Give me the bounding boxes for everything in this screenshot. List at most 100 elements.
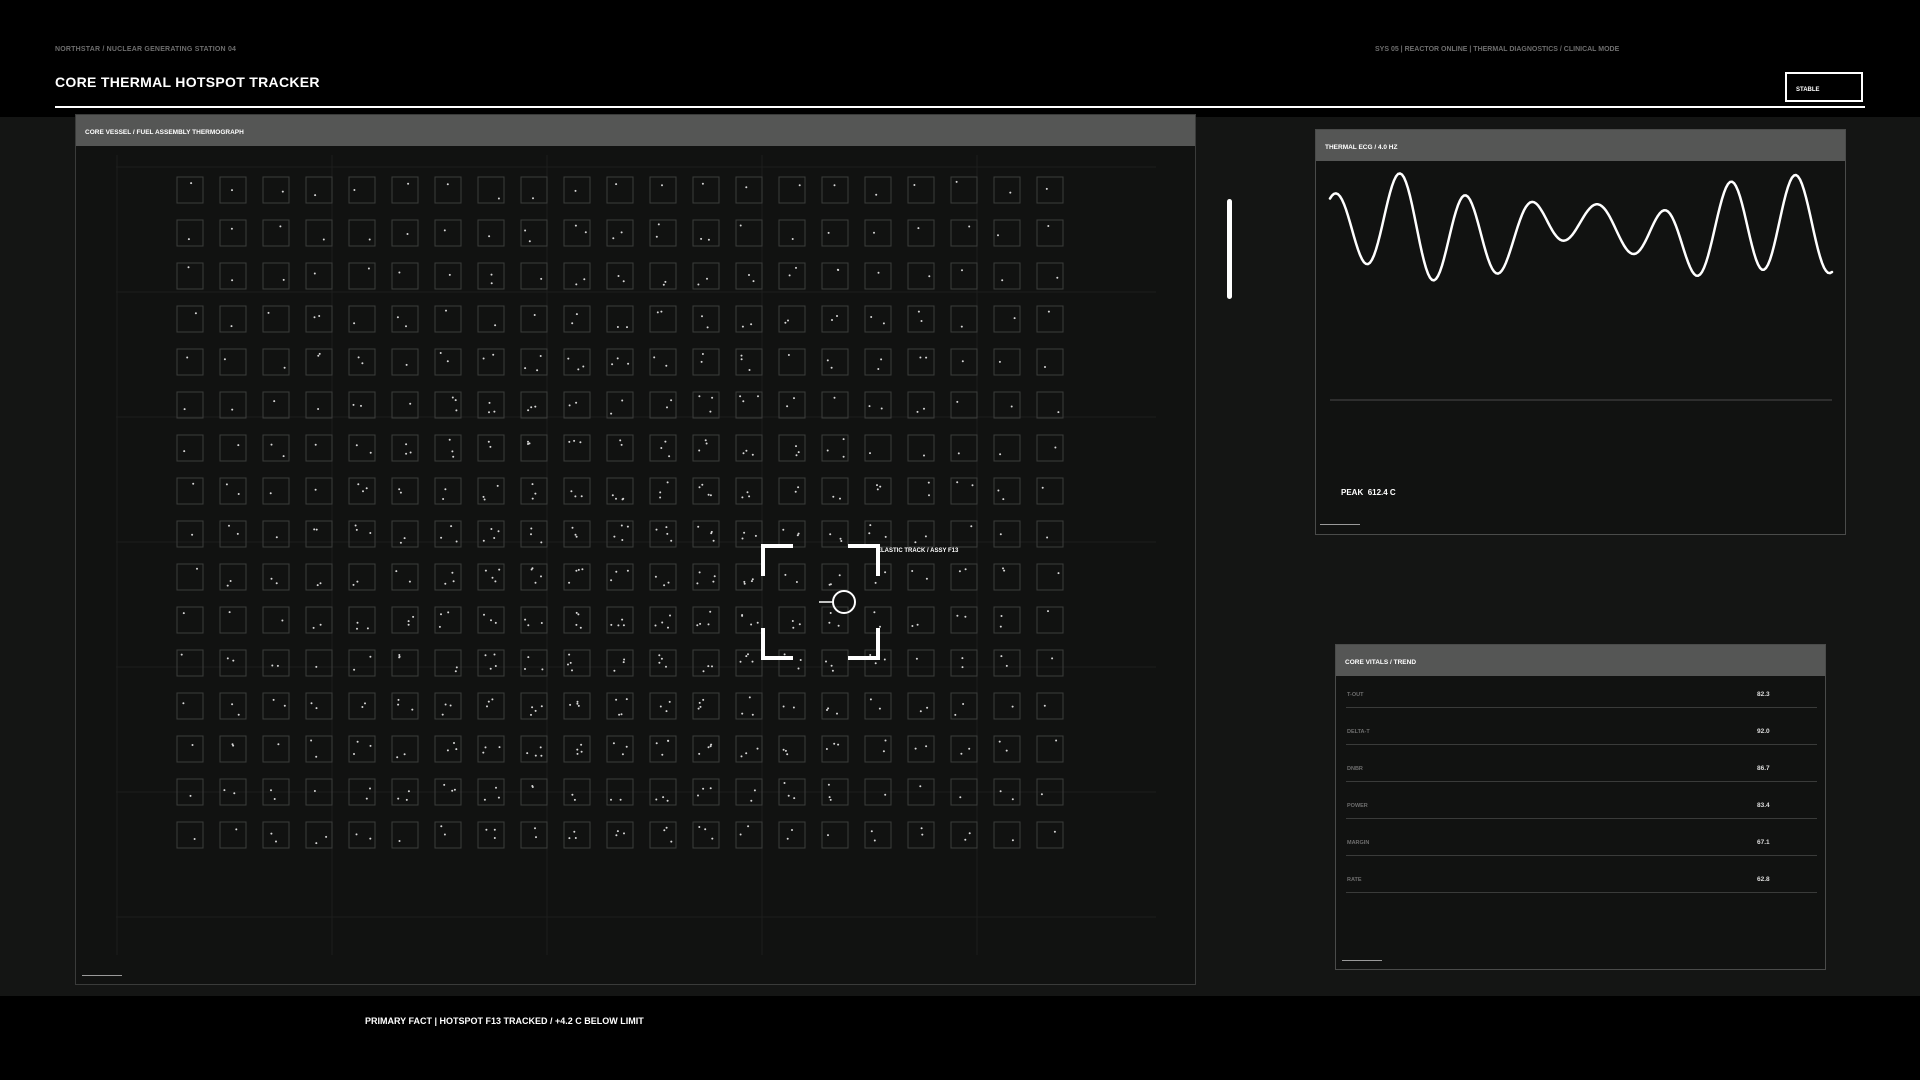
fuel-assembly-cell[interactable] xyxy=(262,821,290,849)
fuel-assembly-cell[interactable] xyxy=(778,434,806,462)
fuel-assembly-cell[interactable] xyxy=(778,262,806,290)
fuel-assembly-cell[interactable] xyxy=(434,606,462,634)
fuel-assembly-cell[interactable] xyxy=(993,606,1021,634)
fuel-assembly-cell[interactable] xyxy=(993,520,1021,548)
fuel-assembly-cell[interactable] xyxy=(348,176,376,204)
fuel-assembly-cell[interactable] xyxy=(348,520,376,548)
fuel-assembly-cell[interactable] xyxy=(993,649,1021,677)
fuel-assembly-cell[interactable] xyxy=(520,563,548,591)
fuel-assembly-cell[interactable] xyxy=(606,735,634,763)
fuel-assembly-cell[interactable] xyxy=(348,434,376,462)
fuel-assembly-cell[interactable] xyxy=(563,477,591,505)
fuel-assembly-cell[interactable] xyxy=(477,434,505,462)
fuel-assembly-cell[interactable] xyxy=(391,520,419,548)
fuel-assembly-cell[interactable] xyxy=(477,735,505,763)
fuel-assembly-cell[interactable] xyxy=(993,262,1021,290)
fuel-assembly-cell[interactable] xyxy=(477,391,505,419)
fuel-assembly-cell[interactable] xyxy=(348,305,376,333)
fuel-assembly-cell[interactable] xyxy=(563,692,591,720)
fuel-assembly-cell[interactable] xyxy=(520,348,548,376)
fuel-assembly-cell[interactable] xyxy=(649,305,677,333)
fuel-assembly-cell[interactable] xyxy=(606,520,634,548)
fuel-assembly-cell[interactable] xyxy=(735,477,763,505)
fuel-assembly-cell[interactable] xyxy=(778,563,806,591)
fuel-assembly-cell[interactable] xyxy=(434,649,462,677)
fuel-assembly-cell[interactable] xyxy=(262,563,290,591)
fuel-assembly-cell[interactable] xyxy=(950,606,978,634)
fuel-assembly-cell[interactable] xyxy=(821,477,849,505)
fuel-assembly-cell[interactable] xyxy=(391,821,419,849)
fuel-assembly-cell[interactable] xyxy=(176,348,204,376)
fuel-assembly-cell[interactable] xyxy=(262,477,290,505)
fuel-assembly-cell[interactable] xyxy=(778,391,806,419)
fuel-assembly-cell[interactable] xyxy=(391,176,419,204)
fuel-assembly-cell[interactable] xyxy=(219,348,247,376)
fuel-assembly-cell[interactable] xyxy=(563,348,591,376)
fuel-assembly-cell[interactable] xyxy=(434,176,462,204)
fuel-assembly-cell[interactable] xyxy=(391,606,419,634)
fuel-assembly-cell[interactable] xyxy=(864,262,892,290)
fuel-assembly-cell[interactable] xyxy=(219,176,247,204)
fuel-assembly-cell[interactable] xyxy=(735,305,763,333)
fuel-assembly-cell[interactable] xyxy=(262,735,290,763)
fuel-assembly-cell[interactable] xyxy=(391,305,419,333)
scrollbar-thumb[interactable] xyxy=(1227,199,1232,299)
fuel-assembly-cell[interactable] xyxy=(1036,176,1064,204)
fuel-assembly-cell[interactable] xyxy=(305,176,333,204)
fuel-assembly-cell[interactable] xyxy=(477,649,505,677)
fuel-assembly-cell[interactable] xyxy=(606,821,634,849)
fuel-assembly-cell[interactable] xyxy=(692,262,720,290)
fuel-assembly-cell[interactable] xyxy=(434,305,462,333)
fuel-assembly-cell[interactable] xyxy=(735,649,763,677)
fuel-assembly-cell[interactable] xyxy=(864,391,892,419)
fuel-assembly-cell[interactable] xyxy=(434,262,462,290)
fuel-assembly-cell[interactable] xyxy=(305,520,333,548)
fuel-assembly-cell[interactable] xyxy=(950,520,978,548)
fuel-assembly-cell[interactable] xyxy=(821,305,849,333)
fuel-assembly-cell[interactable] xyxy=(606,176,634,204)
fuel-assembly-cell[interactable] xyxy=(477,176,505,204)
fuel-assembly-cell[interactable] xyxy=(649,391,677,419)
fuel-assembly-cell[interactable] xyxy=(735,563,763,591)
fuel-assembly-cell[interactable] xyxy=(176,821,204,849)
fuel-assembly-cell[interactable] xyxy=(176,606,204,634)
fuel-assembly-cell[interactable] xyxy=(821,649,849,677)
fuel-assembly-cell[interactable] xyxy=(606,477,634,505)
fuel-assembly-cell[interactable] xyxy=(305,348,333,376)
fuel-assembly-cell[interactable] xyxy=(606,606,634,634)
fuel-assembly-cell[interactable] xyxy=(305,606,333,634)
fuel-assembly-cell[interactable] xyxy=(649,563,677,591)
fuel-assembly-cell[interactable] xyxy=(477,219,505,247)
fuel-assembly-cell[interactable] xyxy=(649,219,677,247)
fuel-assembly-cell[interactable] xyxy=(520,692,548,720)
fuel-assembly-cell[interactable] xyxy=(606,219,634,247)
fuel-assembly-cell[interactable] xyxy=(391,348,419,376)
fuel-assembly-cell[interactable] xyxy=(1036,563,1064,591)
fuel-assembly-cell[interactable] xyxy=(176,219,204,247)
fuel-assembly-cell[interactable] xyxy=(305,219,333,247)
fuel-assembly-cell[interactable] xyxy=(434,692,462,720)
fuel-assembly-cell[interactable] xyxy=(692,520,720,548)
fuel-assembly-cell[interactable] xyxy=(262,606,290,634)
fuel-assembly-cell[interactable] xyxy=(907,735,935,763)
fuel-assembly-cell[interactable] xyxy=(692,477,720,505)
fuel-assembly-cell[interactable] xyxy=(520,735,548,763)
fuel-assembly-cell[interactable] xyxy=(993,735,1021,763)
fuel-assembly-cell[interactable] xyxy=(391,649,419,677)
fuel-assembly-cell[interactable] xyxy=(907,606,935,634)
fuel-assembly-cell[interactable] xyxy=(262,176,290,204)
fuel-assembly-cell[interactable] xyxy=(176,176,204,204)
fuel-assembly-cell[interactable] xyxy=(305,477,333,505)
fuel-assembly-cell[interactable] xyxy=(606,262,634,290)
fuel-assembly-cell[interactable] xyxy=(305,391,333,419)
fuel-assembly-cell[interactable] xyxy=(563,305,591,333)
fuel-assembly-cell[interactable] xyxy=(778,649,806,677)
fuel-assembly-cell[interactable] xyxy=(864,348,892,376)
fuel-assembly-cell[interactable] xyxy=(219,692,247,720)
fuel-assembly-cell[interactable] xyxy=(1036,477,1064,505)
fuel-assembly-cell[interactable] xyxy=(993,391,1021,419)
fuel-assembly-cell[interactable] xyxy=(305,563,333,591)
fuel-assembly-cell[interactable] xyxy=(692,219,720,247)
fuel-assembly-cell[interactable] xyxy=(563,821,591,849)
fuel-assembly-cell[interactable] xyxy=(176,735,204,763)
